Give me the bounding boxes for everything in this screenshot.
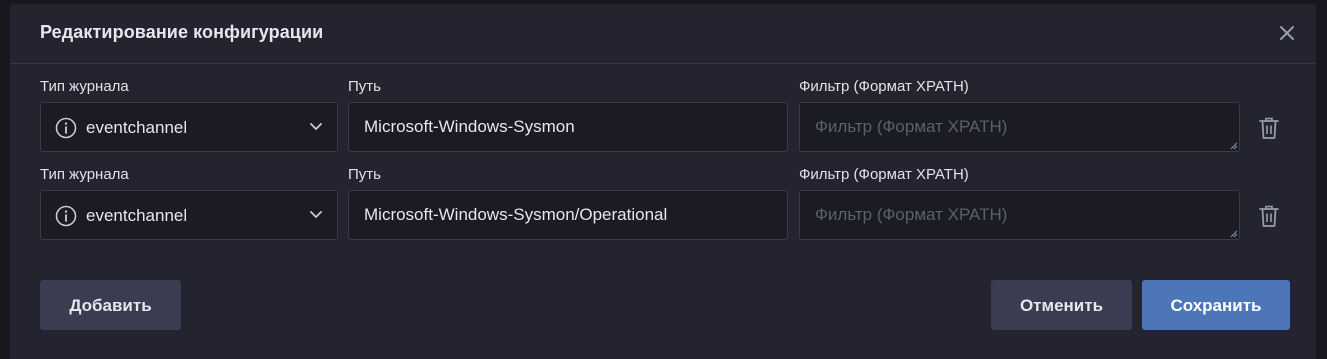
info-icon <box>55 205 77 227</box>
log-type-value: eventchannel <box>86 206 188 225</box>
info-icon <box>55 117 77 139</box>
log-type-value: eventchannel <box>86 118 188 137</box>
filter-input[interactable] <box>799 190 1240 240</box>
chevron-down-icon <box>310 123 322 130</box>
close-icon[interactable] <box>1276 22 1298 44</box>
add-button[interactable]: Добавить <box>40 280 181 330</box>
config-row-1: Тип журнала Путь Фильтр (Формат XPATH) e… <box>40 78 1290 162</box>
log-type-label: Тип журнала <box>40 166 129 183</box>
log-type-label: Тип журнала <box>40 78 129 95</box>
path-input[interactable] <box>348 102 788 152</box>
dialog-header: Редактирование конфигурации <box>10 4 1316 64</box>
cancel-button[interactable]: Отменить <box>991 280 1132 330</box>
path-label: Путь <box>348 166 381 183</box>
path-input[interactable] <box>348 190 788 240</box>
delete-row-icon[interactable] <box>1258 116 1280 140</box>
log-type-select[interactable]: eventchannel <box>40 190 338 240</box>
save-button[interactable]: Сохранить <box>1142 280 1290 330</box>
config-row-2: Тип журнала Путь Фильтр (Формат XPATH) e… <box>40 166 1290 250</box>
chevron-down-icon <box>310 211 322 218</box>
edit-config-dialog: Редактирование конфигурации Тип журнала … <box>10 4 1316 359</box>
filter-label: Фильтр (Формат XPATH) <box>799 78 969 95</box>
resize-handle-icon[interactable] <box>1228 140 1238 150</box>
filter-input[interactable] <box>799 102 1240 152</box>
path-label: Путь <box>348 78 381 95</box>
filter-label: Фильтр (Формат XPATH) <box>799 166 969 183</box>
dialog-title: Редактирование конфигурации <box>40 22 324 42</box>
delete-row-icon[interactable] <box>1258 204 1280 228</box>
resize-handle-icon[interactable] <box>1228 228 1238 238</box>
log-type-select[interactable]: eventchannel <box>40 102 338 152</box>
